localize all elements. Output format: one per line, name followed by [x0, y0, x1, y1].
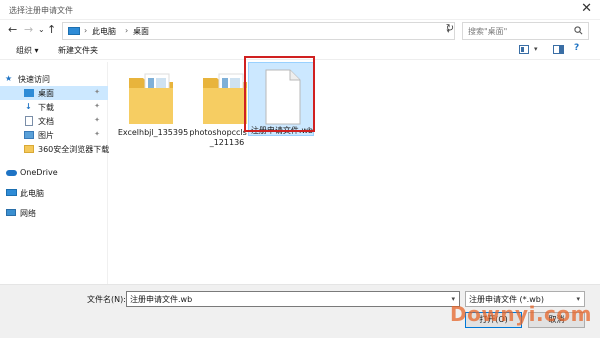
watermark-logo: Downyi.com — [450, 302, 592, 326]
new-folder-button[interactable]: 新建文件夹 — [58, 45, 98, 56]
sidebar-item-quick-access[interactable]: ★ 快速访问 — [0, 72, 108, 86]
computer-icon — [68, 27, 80, 35]
sidebar-item-label: 桌面 — [38, 89, 54, 98]
sidebar-item-label: 快速访问 — [18, 75, 50, 84]
sidebar-item-label: 此电脑 — [20, 189, 44, 198]
sidebar-item-label: 网络 — [20, 209, 36, 218]
sidebar-item-label: 下载 — [38, 103, 54, 112]
window-title: 选择注册申请文件 — [9, 6, 73, 15]
network-icon — [6, 209, 16, 216]
cloud-icon — [6, 170, 17, 176]
file-list: Excelhbjl_135395 photoshopccls b64_12113… — [109, 56, 600, 284]
file-name: Excelhbjl_135395 — [117, 128, 189, 137]
up-arrow-icon[interactable]: ↑ — [47, 24, 56, 36]
file-item-folder[interactable]: Excelhbjl_135395 — [115, 62, 191, 162]
sidebar-item-label: OneDrive — [20, 168, 58, 177]
forward-arrow-icon[interactable]: → — [24, 24, 33, 36]
sidebar-item-network[interactable]: 网络 — [0, 206, 108, 220]
refresh-icon[interactable]: ↻ — [443, 23, 457, 39]
preview-pane-icon[interactable] — [553, 45, 564, 54]
computer-icon — [6, 189, 17, 196]
pin-icon: ✦ — [94, 116, 100, 124]
picture-icon — [24, 131, 34, 139]
search-icon — [574, 26, 583, 35]
sidebar-item-downloads[interactable]: ↓ 下载 ✦ — [0, 100, 108, 114]
filename-label: 文件名(N): — [87, 295, 126, 304]
filename-input[interactable]: 注册申请文件.wb ▾ — [126, 291, 460, 307]
sidebar-item-label: 360安全浏览器下载 — [38, 145, 110, 154]
sidebar-item-pictures[interactable]: 图片 ✦ — [0, 128, 108, 142]
back-arrow-icon[interactable]: ← — [8, 24, 17, 36]
search-box[interactable]: 搜索"桌面" — [462, 22, 589, 40]
navigation-pane: ★ 快速访问 桌面 ✦ ↓ 下载 ✦ 文档 ✦ 图片 ✦ 360安全浏览器下载 … — [0, 62, 110, 284]
document-icon — [25, 116, 33, 126]
breadcrumb-separator: › — [125, 26, 129, 35]
close-icon[interactable]: ✕ — [581, 2, 592, 16]
help-icon[interactable]: ? — [574, 43, 579, 53]
download-icon: ↓ — [25, 102, 32, 111]
search-placeholder: 搜索"桌面" — [468, 27, 508, 36]
recent-locations-icon[interactable]: ⌄ — [38, 24, 45, 36]
breadcrumb-separator: › — [84, 26, 88, 35]
sidebar-item-label: 文档 — [38, 117, 54, 126]
navigation-bar: ← → ⌄ ↑ › 此电脑 › 桌面 ▾ ↻ 搜索"桌面" — [0, 20, 600, 42]
view-options-icon[interactable] — [519, 45, 529, 54]
breadcrumb-desktop[interactable]: 桌面 — [133, 26, 149, 37]
title-bar: 选择注册申请文件 ✕ — [0, 0, 600, 20]
sidebar-item-this-pc[interactable]: 此电脑 — [0, 186, 108, 200]
pin-icon: ✦ — [94, 102, 100, 110]
organize-menu[interactable]: 组织 ▾ — [16, 45, 39, 56]
address-bar[interactable]: › 此电脑 › 桌面 ▾ — [62, 22, 455, 40]
desktop-icon — [24, 89, 34, 97]
filename-value: 注册申请文件.wb — [130, 295, 193, 304]
breadcrumb-this-pc[interactable]: 此电脑 — [92, 26, 116, 37]
star-icon: ★ — [5, 74, 13, 83]
sidebar-item-360-downloads[interactable]: 360安全浏览器下载 — [0, 142, 110, 156]
sidebar-item-onedrive[interactable]: OneDrive — [0, 166, 108, 180]
sidebar-item-desktop[interactable]: 桌面 ✦ — [0, 86, 108, 100]
pin-icon: ✦ — [94, 88, 100, 96]
folder-icon — [129, 73, 173, 124]
pin-icon: ✦ — [94, 130, 100, 138]
sidebar-item-label: 图片 — [38, 131, 54, 140]
chevron-down-icon[interactable]: ▾ — [534, 45, 538, 53]
red-highlight-box — [244, 56, 315, 132]
sidebar-item-documents[interactable]: 文档 ✦ — [0, 114, 108, 128]
folder-icon — [24, 145, 34, 153]
